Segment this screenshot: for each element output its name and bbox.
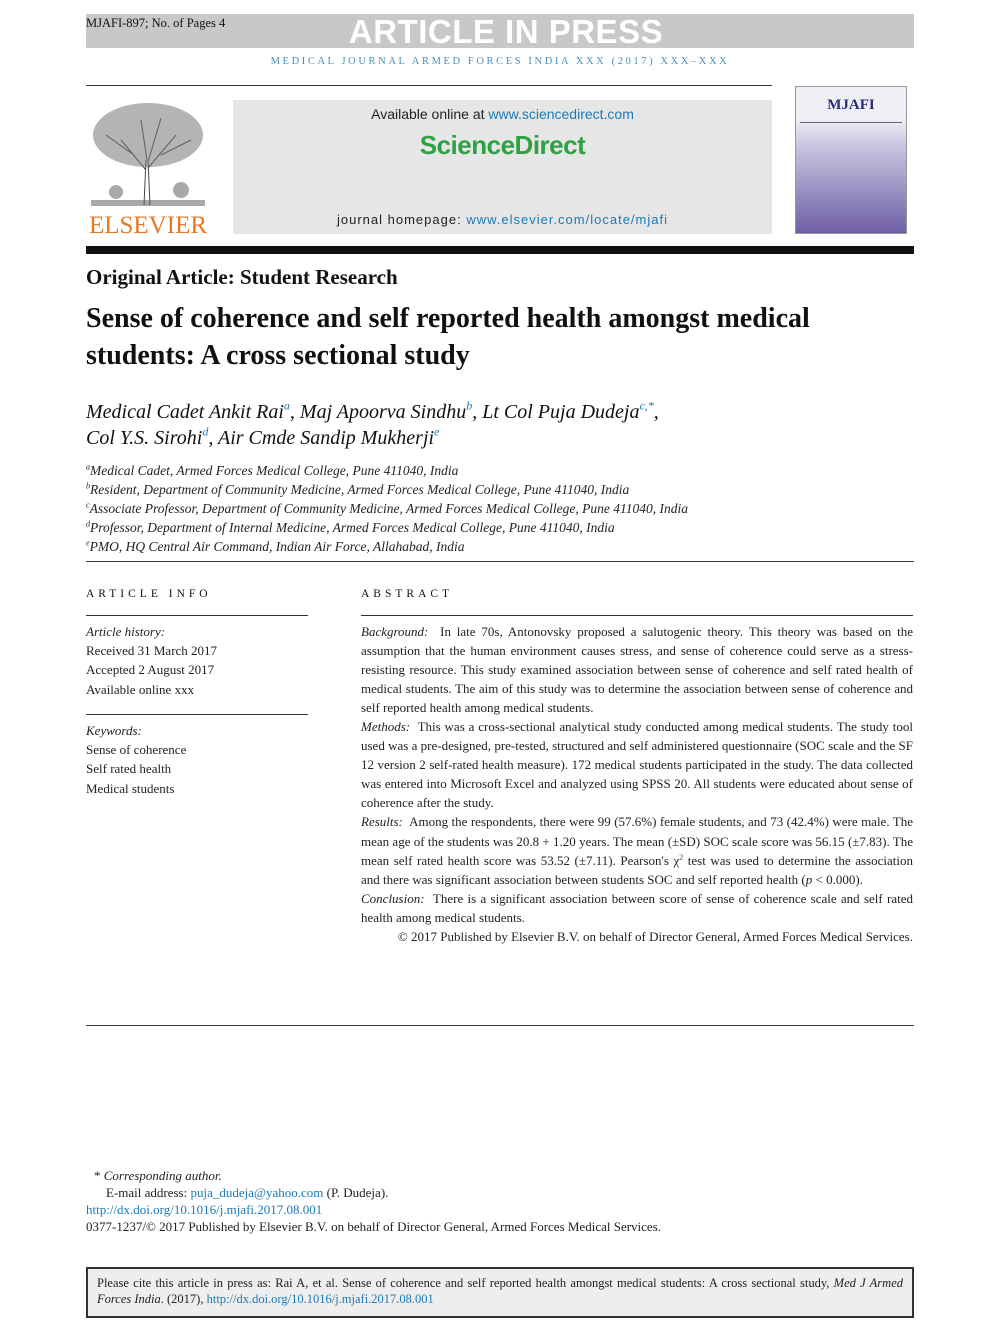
cover-title: MJAFI	[827, 97, 875, 113]
author[interactable]: Col Y.S. Sirohi	[86, 427, 202, 449]
sciencedirect-link[interactable]: www.sciencedirect.com	[488, 106, 634, 122]
abstract-background: Background: In late 70s, Antonovsky prop…	[361, 624, 914, 716]
abstract-heading: ABSTRACT	[361, 588, 454, 600]
abstract-results: Results: Among the respondents, there we…	[361, 814, 913, 887]
divider	[86, 85, 772, 86]
affiliation: ePMO, HQ Central Air Command, Indian Air…	[86, 538, 465, 554]
citation-doi-link[interactable]: http://dx.doi.org/10.1016/j.mjafi.2017.0…	[207, 1292, 434, 1306]
article-info-heading: ARTICLE INFO	[86, 588, 212, 600]
article-history: Article history: Received 31 March 2017 …	[86, 624, 218, 697]
sciencedirect-logo: ScienceDirect	[419, 130, 586, 160]
footnotes: * Corresponding author. E-mail address: …	[86, 1168, 662, 1234]
keyword: Self rated health	[86, 761, 172, 777]
copyright: © 2017 Published by Elsevier B.V. on beh…	[397, 928, 913, 944]
article-type: Original Article: Student Research	[86, 265, 398, 289]
journal-homepage: journal homepage: www.elsevier.com/locat…	[337, 212, 668, 227]
available-online: Available online at www.sciencedirect.co…	[371, 106, 634, 122]
affiliation: bResident, Department of Community Medic…	[86, 481, 630, 497]
abstract-body: Background: In late 70s, Antonovsky prop…	[361, 622, 913, 946]
email-link[interactable]: puja_dudeja@yahoo.com	[190, 1185, 323, 1200]
divider	[86, 246, 914, 254]
keyword: Medical students	[86, 780, 175, 796]
divider	[86, 561, 914, 562]
abstract-methods: Methods: This was a cross-sectional anal…	[361, 719, 914, 811]
article-title: Sense of coherence and self reported hea…	[86, 303, 810, 371]
author[interactable]: Medical Cadet Ankit Rai	[86, 401, 284, 423]
author[interactable]: Air Cmde Sandip Mukherji	[218, 427, 434, 449]
elsevier-wordmark: ELSEVIER	[89, 212, 207, 236]
journal-cover-image: MJAFI	[795, 86, 907, 234]
author[interactable]: Maj Apoorva Sindhu	[300, 401, 466, 423]
banner-text: ARTICLE IN PRESS	[348, 13, 664, 50]
doi-link[interactable]: http://dx.doi.org/10.1016/j.mjafi.2017.0…	[86, 1202, 322, 1217]
keywords: Keywords: Sense of coherence Self rated …	[86, 721, 186, 798]
author-list: Medical Cadet Ankit Raia, Maj Apoorva Si…	[86, 398, 659, 449]
elsevier-logo: ELSEVIER	[86, 100, 210, 239]
abstract-conclusion: Conclusion: There is a significant assoc…	[361, 890, 913, 925]
affiliation: dProfessor, Department of Internal Medic…	[86, 519, 615, 535]
sciencedirect-box: Available online at www.sciencedirect.co…	[233, 100, 772, 234]
citation-box: Please cite this article in press as: Ra…	[86, 1267, 914, 1318]
affiliation: cAssociate Professor, Department of Comm…	[86, 500, 688, 516]
affiliation: aMedical Cadet, Armed Forces Medical Col…	[86, 462, 459, 478]
journal-homepage-link[interactable]: www.elsevier.com/locate/mjafi	[466, 212, 668, 227]
journal-running-head: MEDICAL JOURNAL ARMED FORCES INDIA XXX (…	[270, 56, 730, 67]
affiliations: aMedical Cadet, Armed Forces Medical Col…	[86, 461, 688, 556]
keyword: Sense of coherence	[86, 742, 187, 758]
author[interactable]: Lt Col Puja Dudeja	[482, 401, 639, 423]
